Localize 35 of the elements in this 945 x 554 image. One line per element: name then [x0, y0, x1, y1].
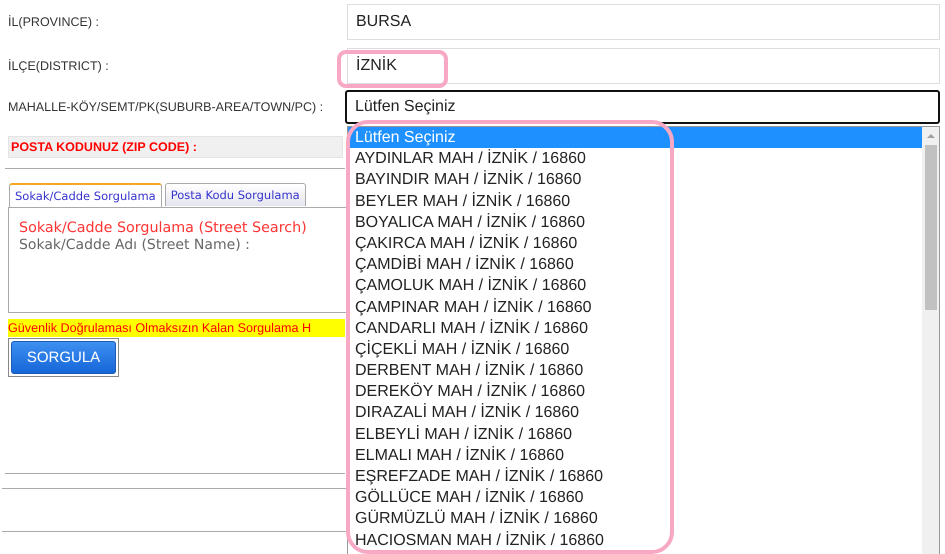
dropdown-option[interactable]: BEYLER MAH / İZNİK / 16860 [348, 190, 922, 212]
scroll-up-icon[interactable] [926, 133, 936, 139]
dropdown-option[interactable]: ELMALI MAH / İZNİK / 16860 [348, 444, 922, 466]
dropdown-option[interactable]: ELBEYLİ MAH / İZNİK / 16860 [348, 424, 922, 445]
dropdown-option[interactable]: BOYALICA MAH / İZNİK / 16860 [348, 212, 922, 233]
dropdown-option[interactable]: ÇİÇEKLİ MAH / İZNİK / 16860 [348, 338, 922, 360]
input-field[interactable]: İZNİK [347, 48, 940, 84]
dropdown-option[interactable]: DERBENT MAH / İZNİK / 16860 [348, 360, 922, 382]
dropdown-option[interactable]: HACIOSMAN MAH / İZNİK / 16860 [348, 530, 922, 551]
dropdown-option[interactable]: AYDINLAR MAH / İZNİK / 16860 [348, 148, 922, 170]
dropdown-option[interactable]: DIRAZALİ MAH / İZNİK / 16860 [348, 402, 922, 424]
input-field[interactable]: BURSA [347, 4, 940, 40]
panel-title: Sokak/Cadde Sorgulama (Street Search) [19, 220, 308, 236]
tab[interactable]: Posta Kodu Sorgulama [164, 183, 306, 206]
dropdown-option[interactable]: ÇAMOLUK MAH / İZNİK / 16860 [348, 275, 922, 296]
dropdown-option[interactable]: GÜRMÜZLÜ MAH / İZNİK / 16860 [348, 508, 922, 530]
scrollbar-thumb[interactable] [924, 145, 936, 310]
dropdown-option[interactable]: CANDARLI MAH / İZNİK / 16860 [348, 318, 922, 339]
field-label: MAHALLE-KÖY/SEMT/PK(SUBURB-AREA/TOWN/PC) : [7, 100, 324, 114]
dropdown-option[interactable]: ÇAMPINAR MAH / İZNİK / 16860 [348, 296, 922, 318]
field-label: İLÇE(DISTRICT) : [7, 59, 110, 73]
dropdown-option[interactable]: BAYINDIR MAH / İZNİK / 16860 [348, 169, 922, 191]
dropdown-option[interactable]: ÇAMDİBİ MAH / İZNİK / 16860 [348, 254, 922, 276]
dropdown-option[interactable]: DEREKÖY MAH / İZNİK / 16860 [348, 381, 922, 402]
dropdown-option[interactable]: GÖLLÜCE MAH / İZNİK / 16860 [348, 487, 922, 508]
scrollbar[interactable] [922, 127, 939, 554]
zip-code-label: POSTA KODUNUZ (ZIP CODE) : [10, 140, 197, 154]
notice-text: Güvenlik Doğrulaması Olmaksızın Kalan Sorgulama H [8, 319, 345, 337]
input-field[interactable]: Lütfen Seçiniz [345, 90, 940, 124]
dropdown-option[interactable]: EŞREFZADE MAH / İZNİK / 16860 [348, 466, 922, 488]
tab[interactable]: Sokak/Cadde Sorgulama [9, 183, 162, 207]
field-label: İL(PROVINCE) : [7, 15, 100, 29]
search-button[interactable]: SORGULA [11, 341, 116, 374]
street-name-label: Sokak/Cadde Adı (Street Name) : [19, 237, 251, 253]
dropdown-option[interactable]: ÇAKIRCA MAH / İZNİK / 16860 [348, 232, 922, 254]
